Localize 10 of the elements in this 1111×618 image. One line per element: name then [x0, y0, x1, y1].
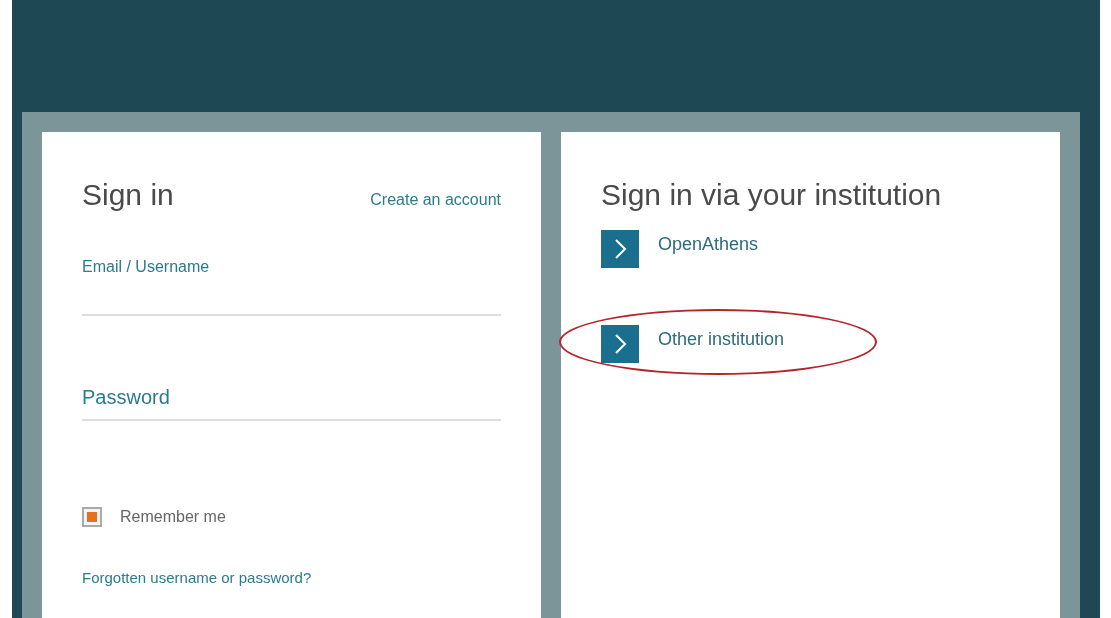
- remember-me-label: Remember me: [120, 508, 226, 526]
- institution-link[interactable]: Other institution: [658, 328, 785, 350]
- create-account-link[interactable]: Create an account: [370, 191, 501, 209]
- remember-me-checkbox[interactable]: [82, 507, 102, 527]
- sign-in-title: Sign in: [82, 178, 174, 212]
- password-field[interactable]: Password: [82, 386, 501, 421]
- institution-link[interactable]: OpenAthens: [658, 233, 759, 255]
- email-field[interactable]: Email / Username: [82, 258, 501, 316]
- institution-title: Sign in via your institution: [601, 178, 943, 212]
- forgot-password-link[interactable]: Forgotten username or password?: [82, 569, 312, 586]
